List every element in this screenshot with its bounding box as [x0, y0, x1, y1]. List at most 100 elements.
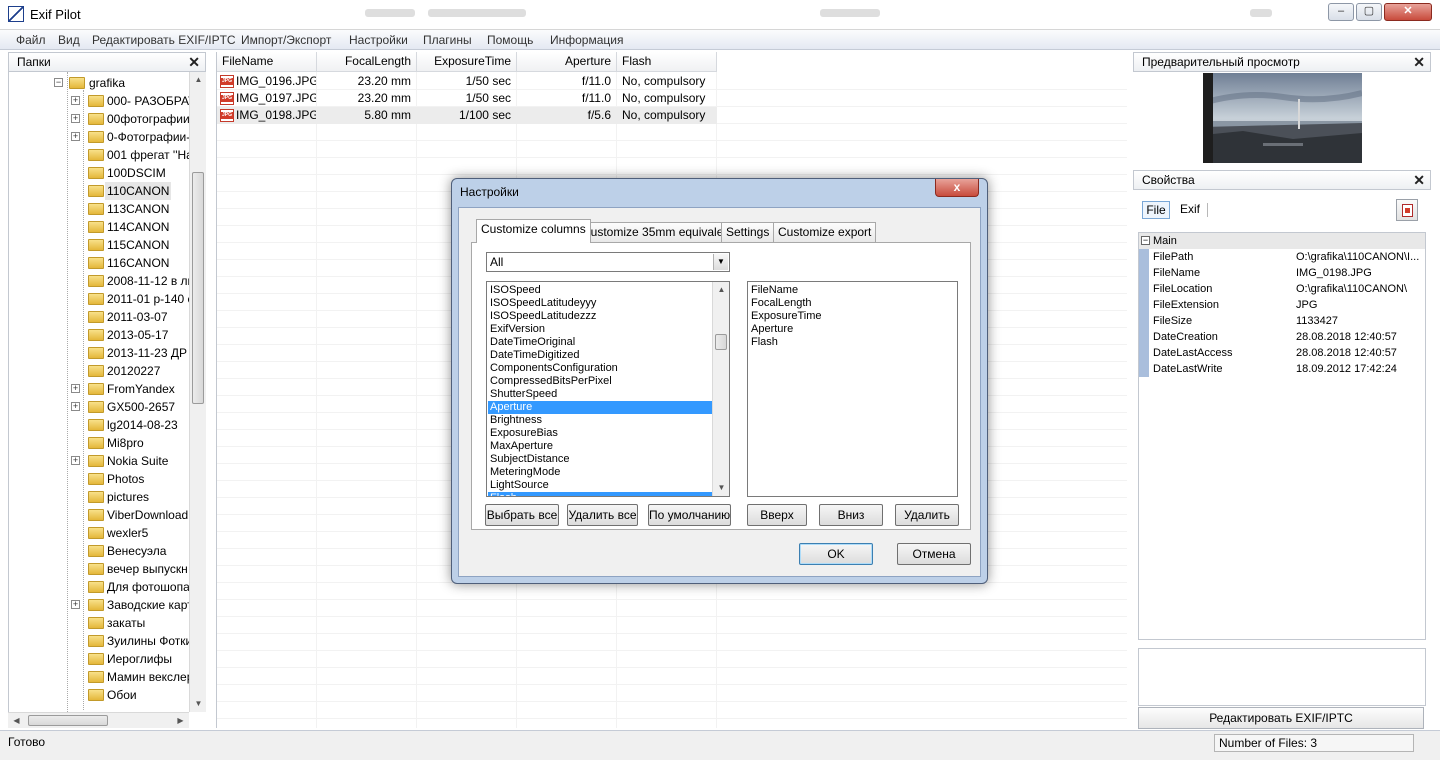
close-icon[interactable]: ✕: [188, 53, 200, 71]
close-icon[interactable]: ✕: [1413, 171, 1425, 189]
scroll-thumb[interactable]: [715, 334, 727, 350]
list-item[interactable]: Brightness: [488, 414, 712, 427]
expand-icon[interactable]: +: [71, 96, 80, 105]
property-row[interactable]: FileLocation O:\grafika\110CANON\: [1139, 281, 1425, 297]
tree-item[interactable]: + GX500-2657: [9, 398, 199, 416]
tree-item[interactable]: +0-Фотографии-: [9, 128, 199, 146]
tree-item[interactable]: 2008-11-12 в ли: [9, 272, 199, 290]
tree-item[interactable]: 113CANON: [9, 200, 199, 218]
scroll-down-icon[interactable]: ▼: [190, 696, 207, 712]
scroll-right-icon[interactable]: ▶: [172, 713, 189, 729]
collapse-icon[interactable]: −: [54, 78, 63, 87]
list-item[interactable]: ComponentsConfiguration: [488, 362, 712, 375]
tree-item[interactable]: Photos: [9, 470, 199, 488]
close-icon[interactable]: ✕: [1413, 53, 1425, 71]
menu-edit-exif[interactable]: Редактировать EXIF/IPTC: [92, 33, 236, 47]
remove-button[interactable]: Удалить: [895, 504, 959, 526]
close-window-button[interactable]: ✕: [1384, 3, 1432, 21]
tree-item[interactable]: + FromYandex: [9, 380, 199, 398]
collapse-icon[interactable]: −: [1141, 236, 1150, 245]
tree-item[interactable]: 100DSCIM: [9, 164, 199, 182]
tree-item[interactable]: Зуилины Фотки: [9, 632, 199, 650]
list-item[interactable]: Flash: [749, 336, 778, 349]
list-item[interactable]: FocalLength: [749, 297, 812, 310]
dialog-close-button[interactable]: x: [935, 179, 979, 197]
column-exposuretime[interactable]: ExposureTime: [417, 52, 517, 72]
tree-item[interactable]: 2013-05-17: [9, 326, 199, 344]
column-flash[interactable]: Flash: [617, 52, 717, 72]
property-row[interactable]: FileExtension JPG: [1139, 297, 1425, 313]
column-aperture[interactable]: Aperture: [517, 52, 617, 72]
tab-customize-columns[interactable]: Customize columns: [476, 219, 591, 243]
scroll-up-icon[interactable]: ▲: [190, 72, 207, 88]
list-item[interactable]: ISOSpeed: [488, 284, 712, 297]
tree-item[interactable]: + Nokia Suite: [9, 452, 199, 470]
expand-icon[interactable]: +: [71, 600, 80, 609]
tree-item[interactable]: 20120227: [9, 362, 199, 380]
ok-button[interactable]: OK: [799, 543, 873, 565]
tree-item[interactable]: 2013-11-23 ДР с: [9, 344, 199, 362]
chevron-down-icon[interactable]: ▼: [713, 254, 728, 270]
tree-item[interactable]: 114CANON: [9, 218, 199, 236]
list-item[interactable]: SubjectDistance: [488, 453, 712, 466]
tree-item[interactable]: +00фотографии: [9, 110, 199, 128]
scroll-left-icon[interactable]: ◀: [8, 713, 25, 729]
tree-item[interactable]: 2011-01 р-140 с: [9, 290, 199, 308]
tree-horizontal-scrollbar[interactable]: ◀ ▶: [8, 712, 189, 728]
properties-export-button[interactable]: [1396, 199, 1418, 221]
maximize-button[interactable]: ▢: [1356, 3, 1382, 21]
list-item[interactable]: DateTimeDigitized: [488, 349, 712, 362]
expand-icon[interactable]: +: [71, 114, 80, 123]
expand-icon[interactable]: +: [71, 402, 80, 411]
table-row[interactable]: IMG_0197.JPG 23.20 mm 1/50 sec f/11.0 No, co…: [217, 90, 717, 107]
list-item[interactable]: ExposureTime: [749, 310, 822, 323]
tree-root[interactable]: − grafika: [9, 74, 199, 92]
tab-file[interactable]: File: [1142, 201, 1170, 219]
list-item[interactable]: Flash: [488, 492, 712, 496]
remove-all-button[interactable]: Удалить все: [567, 504, 638, 526]
tree-item[interactable]: 115CANON: [9, 236, 199, 254]
tab-customize-35mm[interactable]: Customize 35mm equivalent: [577, 222, 739, 242]
tree-item[interactable]: +000- РАЗОБРАТ: [9, 92, 199, 110]
tree-item[interactable]: Венесуэла: [9, 542, 199, 560]
menu-plugins[interactable]: Плагины: [423, 33, 472, 47]
minimize-button[interactable]: –: [1328, 3, 1354, 21]
tree-vertical-scrollbar[interactable]: ▲ ▼: [189, 72, 206, 712]
tree-item[interactable]: lg2014-08-23: [9, 416, 199, 434]
list-item[interactable]: ExifVersion: [488, 323, 712, 336]
tree-item[interactable]: 001 фрегат ''На: [9, 146, 199, 164]
scroll-down-icon[interactable]: ▼: [713, 480, 729, 496]
tab-settings[interactable]: Settings: [721, 222, 775, 242]
menu-file[interactable]: Файл: [16, 33, 46, 47]
expand-icon[interactable]: +: [71, 456, 80, 465]
list-item[interactable]: ISOSpeedLatitudeyyy: [488, 297, 712, 310]
scroll-thumb[interactable]: [28, 715, 108, 726]
chosen-columns-list[interactable]: FileName FocalLength ExposureTime Aperture F…: [747, 281, 958, 497]
select-all-button[interactable]: Выбрать все: [485, 504, 559, 526]
column-filename[interactable]: FileName: [217, 52, 317, 72]
default-button[interactable]: По умолчанию: [648, 504, 731, 526]
tree-item[interactable]: Мамин векслер: [9, 668, 199, 686]
scroll-thumb[interactable]: [192, 172, 204, 404]
properties-grid[interactable]: − Main FilePath O:\grafika\110CANON\I... F…: [1138, 232, 1426, 640]
menu-import-export[interactable]: Импорт/Экспорт: [241, 33, 331, 47]
tree-item[interactable]: закаты: [9, 614, 199, 632]
tree-item[interactable]: Mi8pro: [9, 434, 199, 452]
menu-info[interactable]: Информация: [550, 33, 623, 47]
expand-icon[interactable]: +: [71, 132, 80, 141]
list-item[interactable]: Aperture: [488, 401, 712, 414]
list-item[interactable]: CompressedBitsPerPixel: [488, 375, 712, 388]
available-columns-list[interactable]: ISOSpeed ISOSpeedLatitudeyyy ISOSpeedLatit…: [486, 281, 730, 497]
tree-item[interactable]: pictures: [9, 488, 199, 506]
tree-item[interactable]: Иероглифы: [9, 650, 199, 668]
list-item[interactable]: FileName: [749, 284, 798, 297]
column-filter-select[interactable]: All ▼: [486, 252, 730, 272]
tree-item[interactable]: + Заводские карт: [9, 596, 199, 614]
cancel-button[interactable]: Отмена: [897, 543, 971, 565]
property-row[interactable]: DateCreation 28.08.2018 12:40:57: [1139, 329, 1425, 345]
edit-exif-button[interactable]: Редактировать EXIF/IPTC: [1138, 707, 1424, 729]
property-row[interactable]: FileName IMG_0198.JPG: [1139, 265, 1425, 281]
list-item[interactable]: Aperture: [749, 323, 793, 336]
column-focallength[interactable]: FocalLength: [317, 52, 417, 72]
menu-view[interactable]: Вид: [58, 33, 80, 47]
